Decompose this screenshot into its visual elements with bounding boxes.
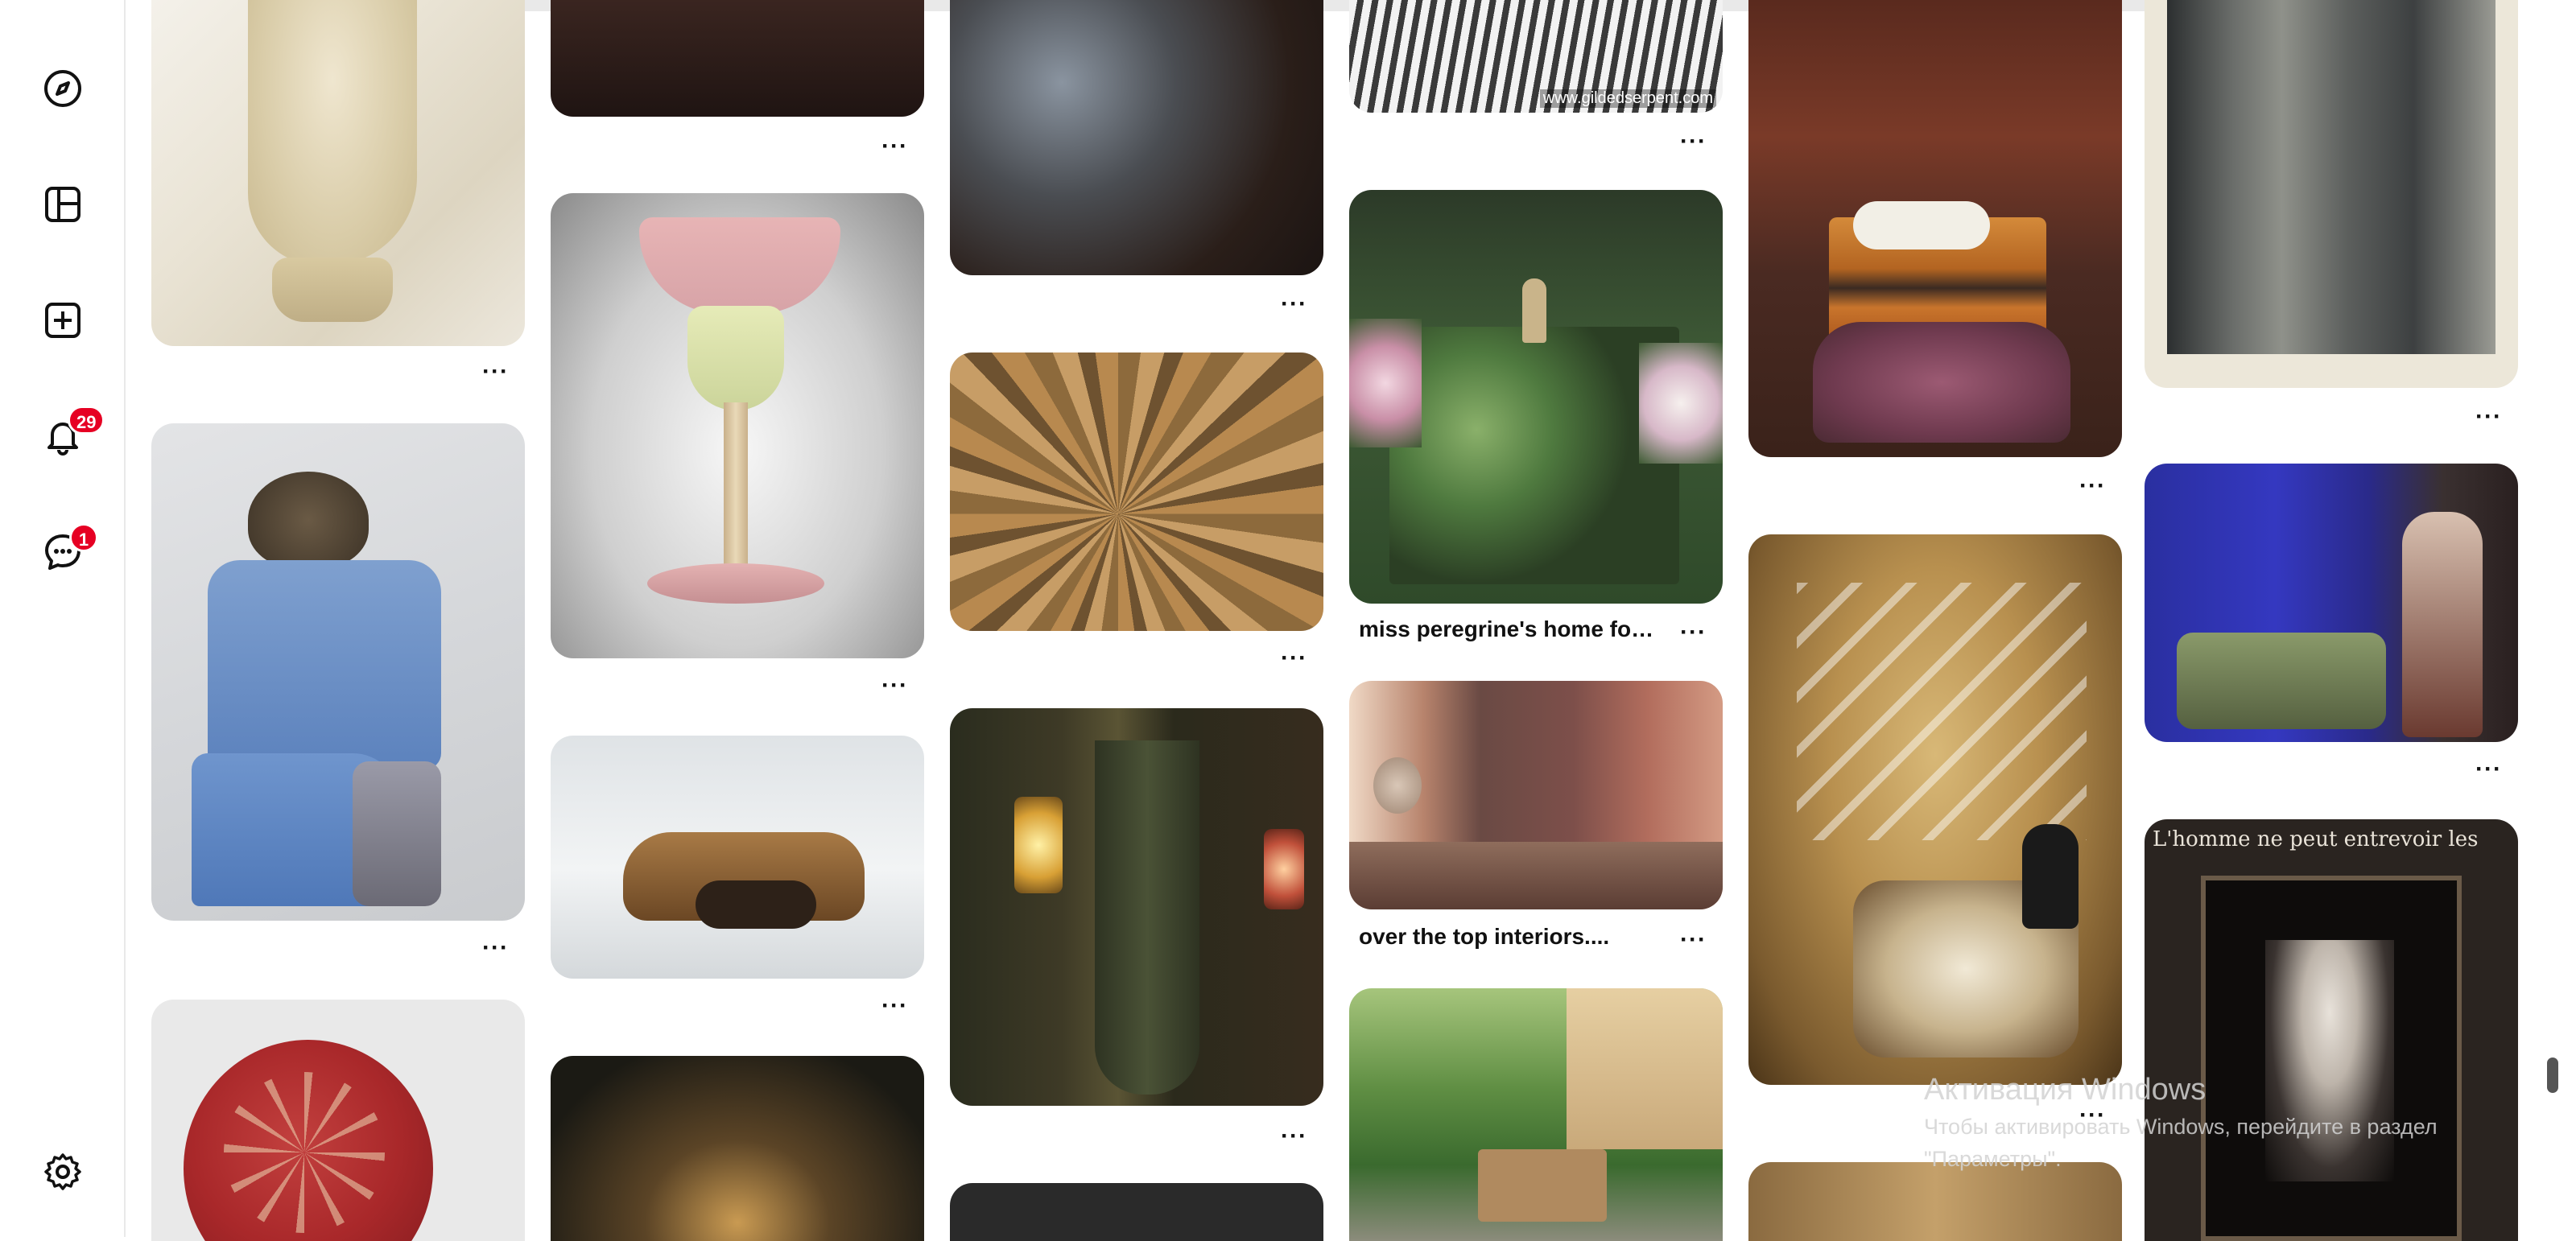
- more-options-button[interactable]: ···: [1680, 625, 1707, 641]
- pin-venetian-glass[interactable]: ···: [551, 193, 924, 708]
- pin-wood-bottom[interactable]: [1748, 1162, 2122, 1241]
- more-options-button[interactable]: ···: [482, 364, 509, 380]
- engraved-text: L'homme ne peut entrevoir les: [2153, 827, 2510, 851]
- pin-paper-birds[interactable]: ···: [1748, 534, 2122, 1130]
- pin-image: [551, 1056, 924, 1241]
- sidebar: 29 1: [0, 0, 126, 1237]
- pin-dark-room[interactable]: ···: [551, 0, 924, 177]
- more-options-button[interactable]: ···: [881, 678, 908, 694]
- pin-image: [1748, 0, 2122, 457]
- pin-image: [950, 0, 1323, 275]
- more-options-button[interactable]: ···: [1281, 296, 1307, 312]
- pin-image: [950, 708, 1323, 1106]
- pin-dark-bottom[interactable]: [950, 1183, 1323, 1241]
- pin-gothic-architecture[interactable]: ···: [2145, 0, 2518, 435]
- pin-image: [950, 353, 1323, 631]
- pin-feed: ··· ··· ··· ··· ·: [126, 0, 2576, 1237]
- pin-dark-painting[interactable]: ···: [950, 0, 1323, 338]
- pin-beaded-cap[interactable]: [151, 1000, 525, 1241]
- pin-image: [950, 1183, 1323, 1241]
- more-options-button[interactable]: ···: [2079, 1107, 2106, 1123]
- pin-miss-peregrine[interactable]: miss peregrine's home for... ···: [1349, 190, 1723, 649]
- settings-button[interactable]: [34, 1143, 92, 1201]
- compass-icon: [42, 68, 84, 109]
- boards-button[interactable]: [34, 175, 92, 233]
- more-options-button[interactable]: ···: [482, 940, 509, 956]
- pin-snow-dogs[interactable]: ···: [551, 736, 924, 1025]
- pin-blue-room[interactable]: ···: [2145, 464, 2518, 785]
- pin-title[interactable]: over the top interiors....: [1359, 924, 1657, 950]
- scrollbar[interactable]: [2544, 0, 2563, 1237]
- pin-image: L'homme ne peut entrevoir les: [2145, 819, 2518, 1241]
- scrollbar-thumb[interactable]: [2547, 1058, 2558, 1093]
- pin-image: [551, 193, 924, 658]
- more-options-button[interactable]: ···: [1680, 134, 1707, 150]
- pin-lantern-curtain[interactable]: ···: [950, 708, 1323, 1159]
- pin-image: [1349, 681, 1723, 909]
- pin-fabric-ceiling[interactable]: ···: [950, 353, 1323, 674]
- pin-image: [151, 0, 525, 346]
- pin-blue-fashion[interactable]: ···: [151, 423, 525, 954]
- pin-image: [551, 0, 924, 117]
- pin-image: [151, 1000, 525, 1241]
- pin-engraved-doll[interactable]: L'homme ne peut entrevoir les: [2145, 819, 2518, 1241]
- pin-image: [2145, 464, 2518, 742]
- more-options-button[interactable]: ···: [1281, 650, 1307, 666]
- pin-image: [1349, 988, 1723, 1241]
- more-options-button[interactable]: ···: [881, 998, 908, 1014]
- pin-interiors[interactable]: over the top interiors.... ···: [1349, 681, 1723, 963]
- more-options-button[interactable]: ···: [881, 138, 908, 155]
- pin-moroccan-bedroom[interactable]: ···: [1748, 0, 2122, 507]
- boards-icon: [42, 183, 84, 225]
- messages-badge: 1: [69, 523, 98, 552]
- notifications-badge: 29: [68, 406, 105, 435]
- more-options-button[interactable]: ···: [2475, 761, 2502, 777]
- plus-icon: [42, 299, 84, 341]
- pin-lace-bird-feet[interactable]: ···: [151, 0, 525, 386]
- pin-image: [551, 736, 924, 979]
- pin-image: [151, 423, 525, 921]
- more-options-button[interactable]: ···: [1680, 932, 1707, 948]
- watermark-text: www.gildedserpent.com: [1540, 89, 1716, 108]
- pin-title[interactable]: miss peregrine's home for...: [1359, 616, 1657, 642]
- pin-garden-courtyard[interactable]: [1349, 988, 1723, 1241]
- pin-image: www.gildedserpent.com: [1349, 0, 1723, 113]
- pin-gilded-serpent[interactable]: www.gildedserpent.com ···: [1349, 0, 1723, 161]
- more-options-button[interactable]: ···: [1281, 1128, 1307, 1144]
- pin-night-forest[interactable]: [551, 1056, 924, 1241]
- pin-image: [2145, 0, 2518, 388]
- gear-icon: [42, 1151, 84, 1193]
- pin-image: [1748, 1162, 2122, 1241]
- pin-image: [1349, 190, 1723, 604]
- more-options-button[interactable]: ···: [2475, 409, 2502, 425]
- more-options-button[interactable]: ···: [2079, 478, 2106, 494]
- explore-button[interactable]: [34, 60, 92, 118]
- create-button[interactable]: [34, 291, 92, 349]
- pin-image: [1748, 534, 2122, 1085]
